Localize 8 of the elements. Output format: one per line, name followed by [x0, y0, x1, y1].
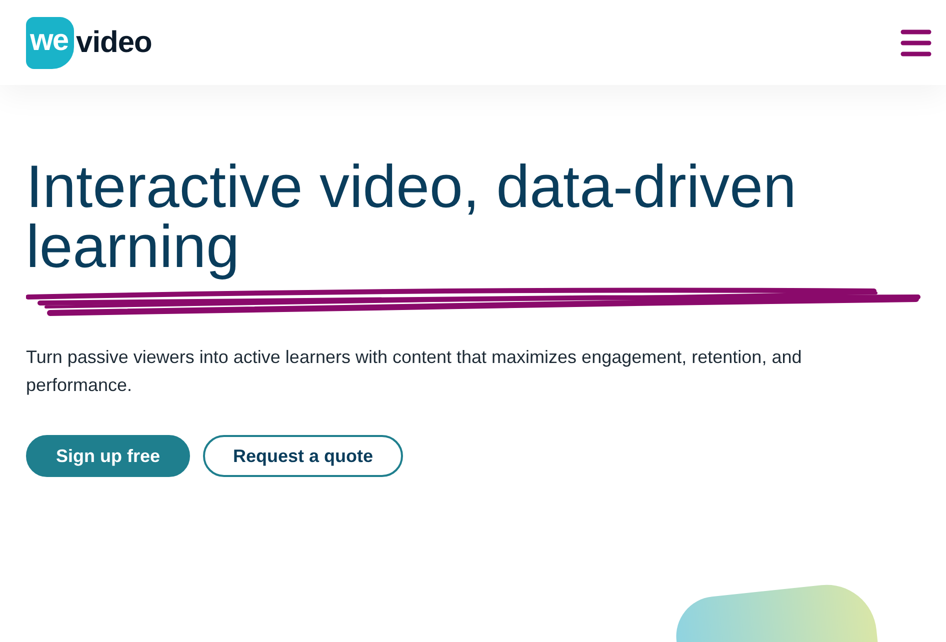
- quote-button[interactable]: Request a quote: [203, 435, 404, 477]
- menu-icon: [900, 28, 932, 56]
- signup-button[interactable]: Sign up free: [26, 435, 190, 477]
- logo-text: video: [76, 26, 152, 60]
- menu-button[interactable]: [900, 28, 932, 56]
- hero-heading: Interactive video, data-driven learning: [26, 157, 798, 277]
- hero-description: Turn passive viewers into active learners with content that maximizes engagement, retention, and performance.: [26, 346, 803, 397]
- logo-mark: we: [26, 16, 74, 68]
